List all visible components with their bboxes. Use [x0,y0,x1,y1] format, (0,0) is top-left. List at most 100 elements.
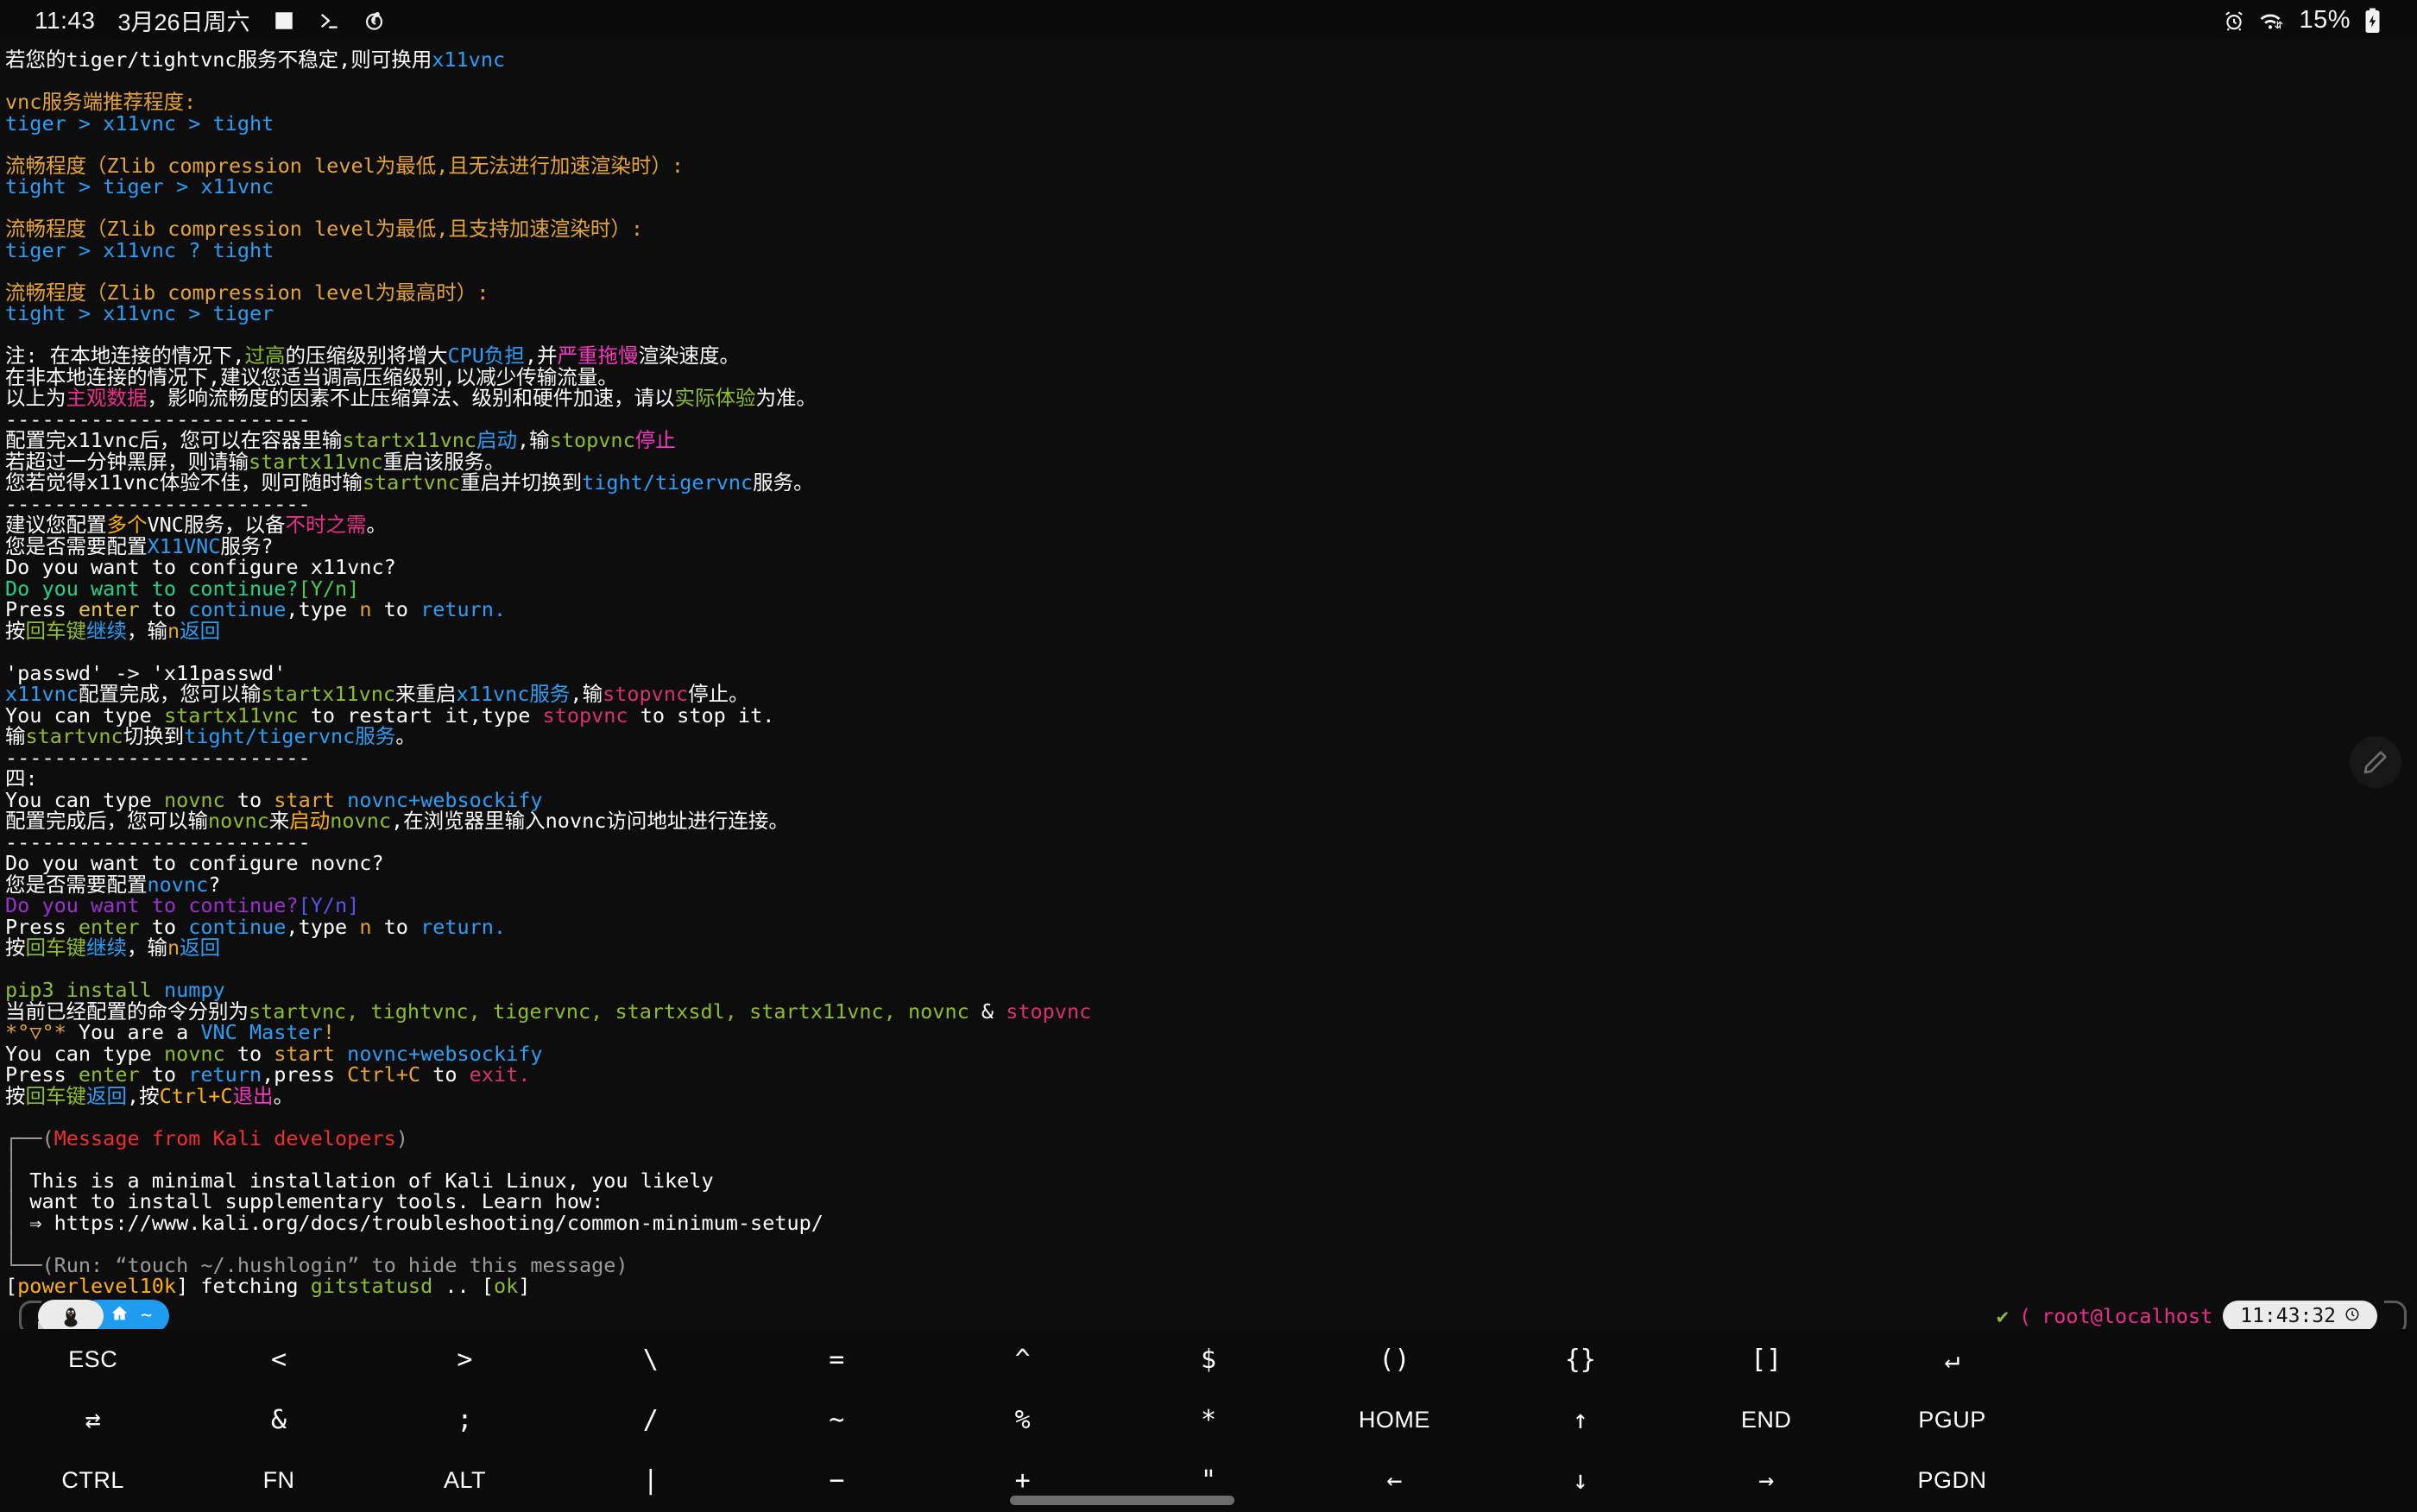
status-bar-right: 15% [2223,6,2396,35]
terminal-text-span: stopvnc [1006,999,1092,1024]
pencil-edit-icon[interactable] [2350,736,2401,788]
terminal-text-span: Ctrl+C [347,1062,421,1087]
terminal-line: │ ⇒ https://www.kali.org/docs/troublesho… [5,1212,2417,1234]
key-equals[interactable]: = [744,1329,930,1389]
key-enter[interactable]: ↵ [1859,1329,2045,1389]
terminal-line: 若超过一分钟黑屏，则请输startx11vnc重启该服务。 [5,450,2417,473]
terminal-text-span: Message from Kali developers [54,1125,396,1150]
linux-penguin-icon [38,1299,104,1329]
terminal-line: 按回车键继续，输n返回 [5,937,2417,959]
terminal-text-span: 退出 [232,1083,274,1108]
terminal-icon[interactable] [318,9,340,32]
key-percent[interactable]: % [930,1389,1115,1450]
battery-percent: 15% [2299,6,2351,34]
terminal-line: Press enter to continue,type n to return… [5,916,2417,938]
terminal-line: Do you want to configure novnc? [5,853,2417,874]
terminal-line: 在非本地连接的情况下,建议您适当调高压缩级别,以减少传输流量。 [5,366,2417,388]
key-page-up[interactable]: PGUP [1859,1389,2045,1450]
terminal-text-span: 若您的tiger/tightvnc服务不稳定,则可换用 [5,47,432,72]
terminal-line: 按回车键返回,按Ctrl+C退出。 [5,1083,2417,1108]
key-minus[interactable]: − [744,1450,930,1510]
terminal-line: You can type novnc to start novnc+websoc… [5,1043,2417,1065]
key-brackets[interactable]: [] [1673,1329,1859,1389]
key-dollar[interactable]: $ [1115,1329,1301,1389]
terminal-text-span: tight/tigervnc [582,470,754,495]
key-less-than[interactable]: < [186,1329,371,1389]
terminal-line: Do you want to continue?[Y/n] [5,895,2417,917]
terminal-text-span: 按 [5,936,26,960]
key-arrow-down[interactable]: ↓ [1487,1450,1673,1510]
key-asterisk[interactable]: * [1115,1389,1301,1450]
terminal-text-span: 回车键 [25,618,87,643]
netease-music-icon[interactable] [363,9,386,32]
key-tab[interactable]: ⇄ [0,1389,186,1450]
key-parentheses[interactable]: () [1302,1329,1487,1389]
key-backslash[interactable]: \ [558,1329,743,1389]
terminal-line: Do you want to configure x11vnc? [5,557,2417,578]
key-pipe[interactable]: | [558,1450,743,1510]
terminal-line: Do you want to continue?[Y/n] [5,577,2417,600]
key-braces[interactable]: {} [1487,1329,1673,1389]
key-home[interactable]: HOME [1302,1389,1487,1450]
prompt-right-curve [2384,1300,2407,1329]
terminal-line: Press enter to continue,type n to return… [5,599,2417,621]
terminal-text-span: to stop it. [628,702,775,728]
key-ctrl[interactable]: CTRL [0,1450,186,1510]
terminal-text-span: .. [ [432,1274,494,1298]
key-spacer-3 [2045,1389,2231,1450]
key-end[interactable]: END [1673,1389,1859,1450]
terminal-line: 注: 在本地连接的情况下,过高的压缩级别将增大CPU负担,并严重拖慢渲染速度。 [5,345,2417,367]
terminal-line: 流畅程度（Zlib compression level为最低,且无法进行加速渲染… [5,154,2417,177]
terminal-line: 'passwd' -> 'x11passwd' [5,662,2417,684]
keyboard-scrollbar[interactable] [1010,1496,1234,1505]
key-arrow-right[interactable]: → [1673,1450,1859,1510]
key-slash[interactable]: / [558,1389,743,1450]
terminal-text-span: 返回 [86,1083,127,1108]
terminal-text-span: exit. [469,1062,531,1087]
terminal-line: 建议您配置多个VNC服务，以备不时之需。 [5,514,2417,536]
key-page-down[interactable]: PGDN [1859,1450,2045,1510]
key-arrow-left[interactable]: ← [1302,1450,1487,1510]
prompt-user-host: root@localhost [2042,1303,2213,1328]
keyboard-row-1: ESC < > \ = ^ $(){}[] ↵ [0,1329,2417,1389]
terminal-text-span: 返回 [180,936,221,960]
key-esc[interactable]: ESC [0,1329,186,1389]
terminal-line: tiger > x11vnc > tight [5,110,2417,135]
image-icon[interactable] [273,9,295,32]
terminal-line: 配置完x11vnc后，您可以在容器里输startx11vnc启动,输stopvn… [5,430,2417,451]
terminal-output[interactable]: 若您的tiger/tightvnc服务不稳定,则可换用x11vnc vnc服务端推… [0,41,2417,1329]
key-greater-than[interactable]: > [372,1329,558,1389]
prompt-clock-label: 11:43:32 [2240,1304,2336,1327]
virtual-keyboard[interactable]: ESC < > \ = ^ $(){}[] ↵ ⇄ &; / ~% * HOME ↑ END PGUP CTRL F… [0,1329,2417,1512]
key-spacer-5 [2045,1450,2231,1510]
terminal-line: 流畅程度（Zlib compression level为最低,且支持加速渲染时）… [5,218,2417,240]
keyboard-rows: ESC < > \ = ^ $(){}[] ↵ ⇄ &; / ~% * HOME ↑ END PGUP CTRL F… [0,1329,2417,1510]
key-caret[interactable]: ^ [930,1329,1115,1389]
terminal-line: 以上为主观数据，影响流畅度的因素不止压缩算法、级别和硬件加速，请以实际体验为准。 [5,387,2417,409]
shell-prompt-line[interactable]: ~ ✔ ( root@localhost 11:43:32 [5,1299,2417,1329]
key-fn[interactable]: FN [186,1450,371,1510]
terminal-line: 输startvnc切换到tight/tigervnc服务。 [5,726,2417,747]
key-arrow-up[interactable]: ↑ [1487,1389,1673,1450]
terminal-text-span: 。 [366,513,387,537]
key-tilde[interactable]: ~ [744,1389,930,1450]
terminal-line: You can type startx11vnc to restart it,t… [5,702,2417,728]
terminal-text-span: 重启并切换到 [460,470,583,495]
terminal-text-span: tiger > x11vnc > tight [5,110,275,135]
terminal-text-span: n [167,618,180,643]
terminal-text-span: 不时之需 [285,513,367,537]
terminal-text-span: ，输 [127,618,167,643]
terminal-line: 您是否需要配置novnc? [5,873,2417,896]
terminal-line: 配置完成后，您可以输novnc来启动novnc,在浏览器里输入novnc访问地址… [5,810,2417,832]
status-time: 11:43 [35,6,96,34]
key-semicolon[interactable]: ; [372,1389,558,1450]
terminal-text-span: novnc [330,809,391,833]
key-alt[interactable]: ALT [372,1450,558,1510]
wifi-updown-icon [2259,9,2285,32]
key-ampersand[interactable]: & [186,1389,371,1450]
terminal-line: tight > tiger > x11vnc [5,176,2417,198]
